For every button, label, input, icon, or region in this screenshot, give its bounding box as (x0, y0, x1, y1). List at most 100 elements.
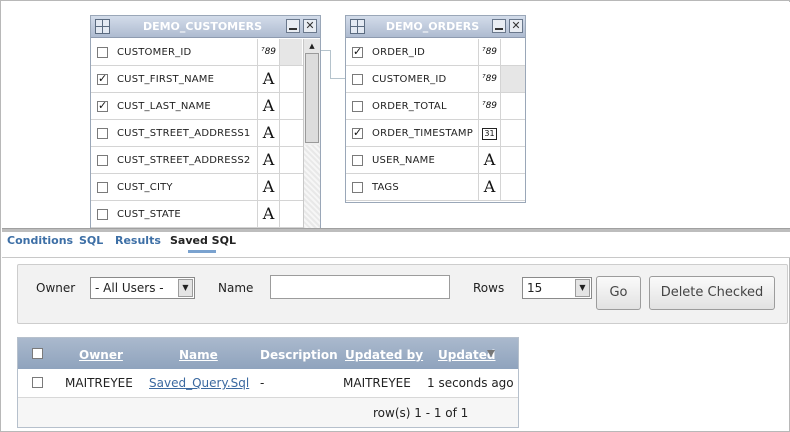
name-search-input[interactable] (270, 275, 450, 299)
table-column-row[interactable]: USER_NAME A (346, 147, 525, 174)
close-icon[interactable]: ✕ (303, 19, 317, 33)
column-name: CUST_STREET_ADDRESS2 (117, 155, 251, 166)
column-name: ORDER_TIMESTAMP (372, 128, 473, 139)
owner-select[interactable]: - All Users - ▼ (90, 277, 195, 299)
checkbox-box[interactable] (97, 72, 108, 85)
table-scrollbar[interactable]: ▲ (303, 39, 320, 228)
table-demo-customers[interactable]: DEMO_CUSTOMERS ✕ CUSTOMER_ID ⁷89 CUST_FIRS… (90, 15, 321, 228)
scrollbar-thumb[interactable] (305, 53, 319, 143)
column-options-cell[interactable] (279, 93, 302, 119)
checkbox-box[interactable] (97, 155, 108, 166)
rows-select[interactable]: 15 ▼ (522, 277, 592, 299)
scroll-up-icon[interactable]: ▲ (304, 39, 320, 53)
column-checkbox[interactable] (97, 128, 108, 142)
scrollbar-track[interactable] (304, 145, 320, 228)
column-checkbox[interactable] (352, 155, 363, 169)
column-options-cell[interactable] (500, 39, 525, 65)
column-checkbox[interactable] (352, 126, 363, 142)
table-column-row[interactable]: CUST_CITY A (91, 174, 303, 201)
designer-canvas[interactable]: DEMO_CUSTOMERS ✕ CUSTOMER_ID ⁷89 CUST_FIRS… (2, 2, 790, 228)
tab-saved-sql[interactable]: Saved SQL (170, 234, 236, 247)
column-checkbox[interactable] (352, 74, 363, 88)
table-column-row[interactable]: TAGS A (346, 174, 525, 201)
table-column-row[interactable]: CUST_FIRST_NAME A (91, 66, 303, 93)
table-column-row[interactable]: CUST_STREET_ADDRESS1 A (91, 120, 303, 147)
column-name: TAGS (372, 182, 399, 193)
table-column-row[interactable]: ORDER_ID ⁷89 (346, 39, 525, 66)
column-options-cell[interactable] (500, 174, 525, 200)
column-options-cell[interactable] (500, 66, 525, 92)
column-checkbox[interactable] (97, 72, 108, 88)
checkbox-box[interactable] (352, 101, 363, 112)
checkbox-box[interactable] (352, 74, 363, 85)
column-checkbox[interactable] (352, 182, 363, 196)
checkbox-box[interactable] (352, 126, 363, 139)
column-options-cell[interactable] (279, 66, 302, 92)
cell-name-link[interactable]: Saved_Query.Sql (149, 376, 249, 390)
text-type-icon: A (257, 201, 279, 227)
table-column-row[interactable]: CUST_STREET_ADDRESS2 A (91, 147, 303, 174)
select-all-checkbox[interactable] (32, 348, 43, 359)
calendar-glyph: 31 (482, 128, 497, 140)
checkbox-box[interactable] (97, 47, 108, 58)
table-title: DEMO_CUSTOMERS (142, 20, 263, 33)
column-header-name[interactable]: Name (179, 348, 218, 362)
table-column-row[interactable]: CUSTOMER_ID ⁷89 (91, 39, 303, 66)
text-type-glyph: A (262, 204, 275, 223)
table-grid-icon (95, 19, 110, 34)
number-type-glyph: ⁷89 (260, 47, 277, 57)
column-checkbox[interactable] (97, 209, 108, 223)
table-header[interactable]: DEMO_CUSTOMERS ✕ (91, 16, 320, 38)
table-column-row[interactable]: ORDER_TIMESTAMP 31 (346, 120, 525, 147)
column-options-cell[interactable] (500, 120, 525, 146)
column-header-updated-by[interactable]: Updated by (345, 348, 423, 362)
table-column-row[interactable]: CUST_STATE A (91, 201, 303, 228)
column-checkbox[interactable] (97, 99, 108, 115)
column-checkbox[interactable] (352, 101, 363, 115)
rows-select-value: 15 (527, 281, 543, 295)
table-column-row[interactable]: ORDER_TOTAL ⁷89 (346, 93, 525, 120)
column-options-cell[interactable] (279, 39, 302, 65)
column-checkbox[interactable] (97, 182, 108, 196)
column-header-owner[interactable]: Owner (79, 348, 123, 362)
saved-sql-report: Owner Name Description Updated by Update… (17, 337, 519, 428)
column-checkbox[interactable] (352, 45, 363, 61)
chevron-down-icon[interactable]: ▼ (575, 279, 590, 297)
column-options-cell[interactable] (279, 147, 302, 173)
owner-select-value: - All Users - (95, 281, 164, 295)
tab-conditions[interactable]: Conditions (7, 234, 73, 247)
checkbox-box[interactable] (97, 99, 108, 112)
column-header-description: Description (260, 348, 338, 362)
column-options-cell[interactable] (279, 120, 302, 146)
checkbox-box[interactable] (97, 128, 108, 139)
tab-results[interactable]: Results (115, 234, 161, 247)
column-checkbox[interactable] (97, 155, 108, 169)
row-checkbox[interactable] (32, 377, 43, 388)
delete-checked-button[interactable]: Delete Checked (649, 276, 775, 310)
minimize-icon[interactable] (286, 19, 300, 33)
close-icon[interactable]: ✕ (509, 19, 523, 33)
column-options-cell[interactable] (279, 174, 302, 200)
table-row: MAITREYEE Saved_Query.Sql - MAITREYEE 1 … (18, 369, 518, 398)
tab-sql[interactable]: SQL (79, 234, 103, 247)
column-options-cell[interactable] (500, 93, 525, 119)
text-type-icon: A (257, 66, 279, 92)
go-button[interactable]: Go (596, 276, 641, 310)
checkbox-box[interactable] (352, 45, 363, 58)
checkbox-box[interactable] (97, 182, 108, 193)
checkbox-box[interactable] (352, 182, 363, 193)
table-demo-orders[interactable]: DEMO_ORDERS ✕ ORDER_ID⁷89CUSTOMER_ID⁷89O… (345, 15, 526, 203)
chevron-down-icon[interactable]: ▼ (178, 279, 193, 297)
column-options-cell[interactable] (500, 147, 525, 173)
column-name: CUST_STREET_ADDRESS1 (117, 128, 251, 139)
owner-label: Owner (36, 281, 76, 295)
table-column-row[interactable]: CUST_LAST_NAME A (91, 93, 303, 120)
checkbox-box[interactable] (352, 155, 363, 166)
date-type-icon: 31 (478, 120, 500, 146)
checkbox-box[interactable] (97, 209, 108, 220)
table-header[interactable]: DEMO_ORDERS ✕ (346, 16, 525, 38)
column-checkbox[interactable] (97, 47, 108, 61)
minimize-icon[interactable] (492, 19, 506, 33)
column-options-cell[interactable] (279, 201, 302, 227)
table-column-row[interactable]: CUSTOMER_ID ⁷89 (346, 66, 525, 93)
